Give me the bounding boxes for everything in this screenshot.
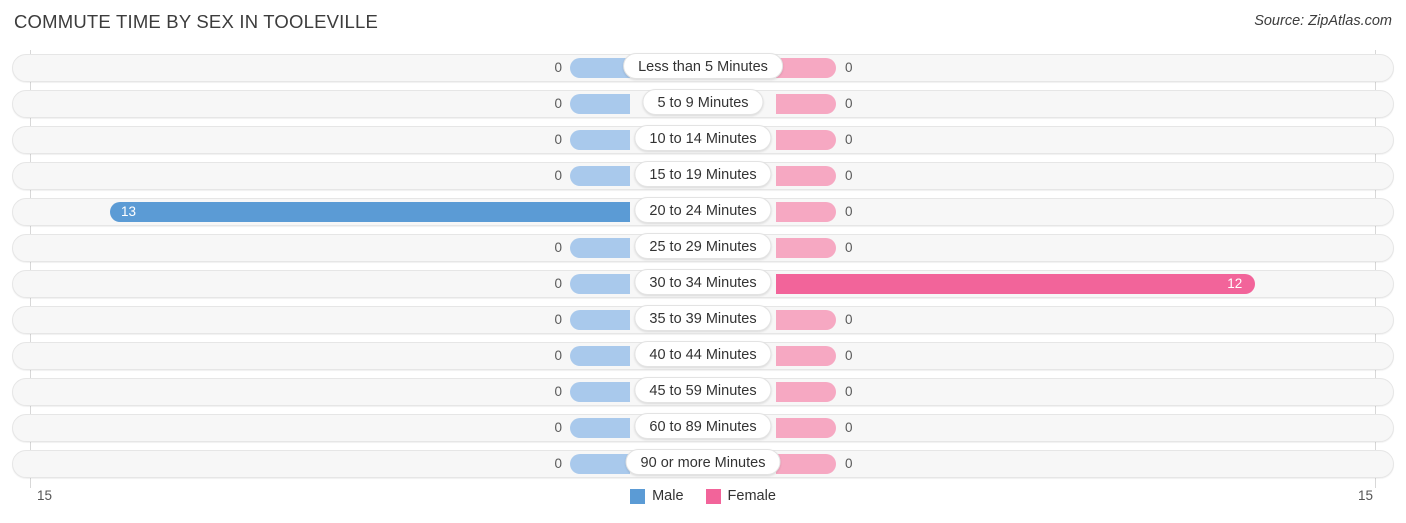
bar-row: 0 0 90 or more Minutes — [0, 446, 1406, 482]
bar-row: 0 0 40 to 44 Minutes — [0, 338, 1406, 374]
bar-value-female: 0 — [845, 132, 853, 147]
legend-label-female: Female — [727, 488, 776, 504]
legend-swatch-male-icon — [630, 488, 646, 504]
bar-value-male: 0 — [554, 168, 562, 183]
legend-item-female[interactable]: Female — [705, 488, 776, 504]
category-label: 20 to 24 Minutes — [634, 197, 772, 223]
bar-male[interactable] — [570, 130, 630, 150]
category-label: 5 to 9 Minutes — [642, 89, 764, 115]
bar-female[interactable] — [776, 130, 836, 150]
bar-row: 0 0 45 to 59 Minutes — [0, 374, 1406, 410]
bar-rows: 0 0 Less than 5 Minutes 0 0 5 to 9 Minutes 0 0 1… — [0, 50, 1406, 482]
chart-footer: 15 Male Female 15 — [0, 485, 1406, 523]
bar-male[interactable] — [570, 94, 630, 114]
category-label: 60 to 89 Minutes — [634, 413, 772, 439]
bar-row: 0 0 Less than 5 Minutes — [0, 50, 1406, 86]
category-label: 10 to 14 Minutes — [634, 125, 772, 151]
bar-female[interactable] — [776, 202, 836, 222]
category-label: 35 to 39 Minutes — [634, 305, 772, 331]
bar-value-female: 0 — [845, 312, 853, 327]
bar-female[interactable] — [776, 238, 836, 258]
bar-value-female: 0 — [845, 456, 853, 471]
bar-female[interactable] — [776, 166, 836, 186]
bar-female[interactable] — [776, 94, 836, 114]
category-label: 30 to 34 Minutes — [634, 269, 772, 295]
bar-row: 0 12 30 to 34 Minutes — [0, 266, 1406, 302]
category-label: Less than 5 Minutes — [623, 53, 783, 79]
bar-value-male: 0 — [554, 132, 562, 147]
bar-male[interactable] — [110, 202, 630, 222]
bar-value-female: 0 — [845, 168, 853, 183]
bar-value-female: 0 — [845, 348, 853, 363]
bar-value-female: 12 — [1227, 276, 1243, 291]
category-label: 25 to 29 Minutes — [634, 233, 772, 259]
category-label: 15 to 19 Minutes — [634, 161, 772, 187]
bar-male[interactable] — [570, 454, 630, 474]
source-label: Source: ZipAtlas.com — [1254, 13, 1392, 29]
bar-value-male: 0 — [554, 420, 562, 435]
bar-value-female: 0 — [845, 204, 853, 219]
chart-legend: Male Female — [0, 488, 1406, 504]
bar-male[interactable] — [570, 238, 630, 258]
bar-female[interactable] — [776, 418, 836, 438]
bar-male[interactable] — [570, 274, 630, 294]
bar-value-female: 0 — [845, 96, 853, 111]
bar-value-female: 0 — [845, 60, 853, 75]
legend-item-male[interactable]: Male — [630, 488, 684, 504]
bar-male[interactable] — [570, 382, 630, 402]
bar-female[interactable] — [776, 58, 836, 78]
chart-header: COMMUTE TIME BY SEX IN TOOLEVILLE Source… — [0, 0, 1406, 46]
bar-value-male: 0 — [554, 96, 562, 111]
bar-value-male: 0 — [554, 456, 562, 471]
bar-value-male: 0 — [554, 276, 562, 291]
bar-row: 0 0 60 to 89 Minutes — [0, 410, 1406, 446]
category-label: 45 to 59 Minutes — [634, 377, 772, 403]
bar-value-male: 0 — [554, 384, 562, 399]
bar-row: 0 0 5 to 9 Minutes — [0, 86, 1406, 122]
legend-label-male: Male — [652, 488, 684, 504]
axis-tick-right: 15 — [1357, 488, 1373, 503]
bar-row: 0 0 25 to 29 Minutes — [0, 230, 1406, 266]
bar-row: 0 0 10 to 14 Minutes — [0, 122, 1406, 158]
bar-male[interactable] — [570, 346, 630, 366]
bar-row: 0 0 35 to 39 Minutes — [0, 302, 1406, 338]
bar-value-male: 13 — [121, 204, 137, 219]
bar-female[interactable] — [776, 346, 836, 366]
bar-value-male: 0 — [554, 348, 562, 363]
bar-value-male: 0 — [554, 312, 562, 327]
bar-value-male: 0 — [554, 240, 562, 255]
bar-value-female: 0 — [845, 384, 853, 399]
bar-female[interactable] — [776, 454, 836, 474]
bar-male[interactable] — [570, 166, 630, 186]
chart-plot-area: 0 0 Less than 5 Minutes 0 0 5 to 9 Minutes 0 0 1… — [0, 50, 1406, 488]
page-title: COMMUTE TIME BY SEX IN TOOLEVILLE — [14, 11, 379, 32]
category-label: 90 or more Minutes — [625, 449, 781, 475]
bar-male[interactable] — [570, 58, 630, 78]
bar-female[interactable] — [776, 274, 1256, 294]
bar-value-female: 0 — [845, 420, 853, 435]
category-label: 40 to 44 Minutes — [634, 341, 772, 367]
legend-swatch-female-icon — [705, 488, 721, 504]
bar-value-female: 0 — [845, 240, 853, 255]
bar-row: 0 0 15 to 19 Minutes — [0, 158, 1406, 194]
bar-female[interactable] — [776, 382, 836, 402]
bar-male[interactable] — [570, 418, 630, 438]
bar-female[interactable] — [776, 310, 836, 330]
bar-row: 13 0 20 to 24 Minutes — [0, 194, 1406, 230]
bar-value-male: 0 — [554, 60, 562, 75]
bar-male[interactable] — [570, 310, 630, 330]
